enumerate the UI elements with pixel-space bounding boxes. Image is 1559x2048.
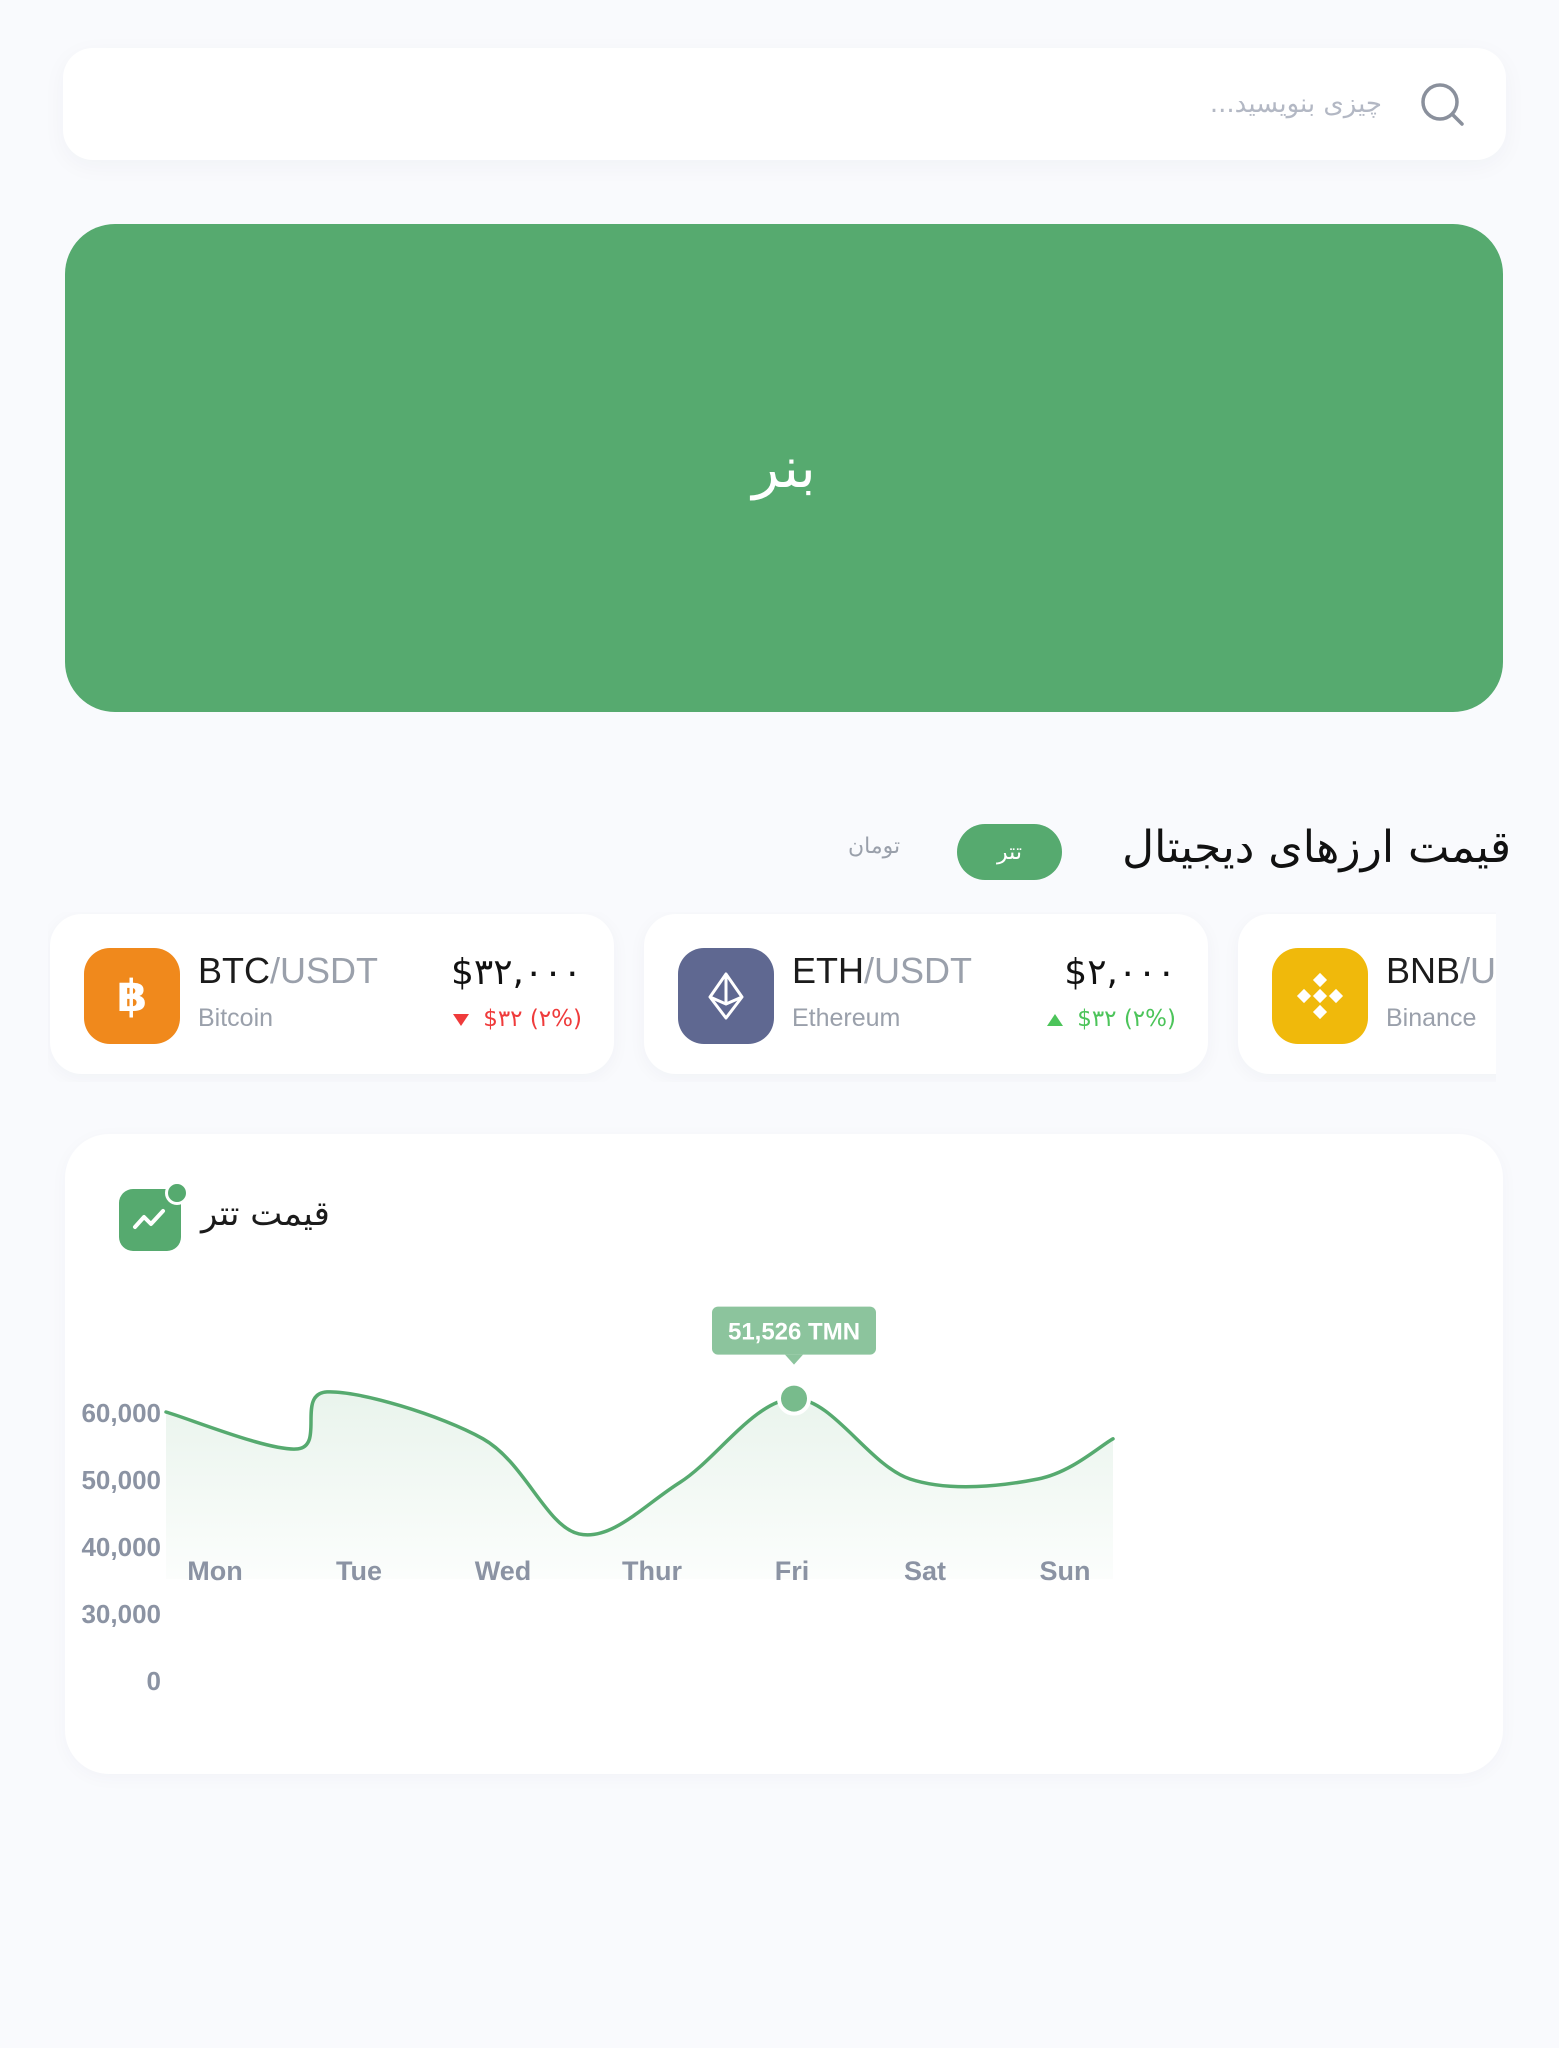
coin-card-eth[interactable]: ETH/USDT Ethereum $۲,۰۰۰ $۳۲ (۲%) [644, 914, 1208, 1074]
usdt-price-chart-card: قیمت تتر 60,000 50,000 40,000 30,000 0 Mon Tue… [65, 1134, 1503, 1774]
x-tick-label: Sat [904, 1556, 946, 1586]
x-tick-label: Mon [187, 1556, 242, 1586]
search-icon[interactable] [1418, 80, 1468, 130]
coin-card-list[interactable]: ฿ BTC/USDT Bitcoin $۳۲,۰۰۰ $۳۲ (۲%) ETH/… [48, 912, 1496, 1082]
search-input[interactable] [580, 78, 1384, 130]
chart-tooltip-label: 51,526 TMN [728, 1319, 860, 1346]
coin-pair: BNB/USDT [1386, 950, 1496, 992]
currency-toggle-usdt[interactable]: تتر [957, 824, 1062, 880]
coin-pair: BTC/USDT [198, 950, 378, 992]
promo-banner[interactable]: بنر [65, 224, 1503, 712]
svg-text:฿: ฿ [117, 971, 148, 1022]
chart-hover-point [777, 1381, 811, 1416]
coin-base: BNB [1386, 950, 1461, 991]
coin-pair: ETH/USDT [792, 950, 972, 992]
currency-toggle-toman[interactable]: تومان [848, 834, 900, 859]
app-screen: بنر قیمت ارزهای دیجیتال تتر تومان ฿ BTC/… [0, 0, 1559, 2048]
coin-change-value: $۳۲ (۲%) [483, 1006, 582, 1032]
x-tick-label: Sun [1040, 1556, 1091, 1586]
coin-name: Binance [1386, 1004, 1477, 1032]
y-tick-label: 0 [147, 1666, 161, 1696]
price-down-icon [453, 1013, 470, 1026]
coin-quote: /USDT [1460, 950, 1496, 991]
x-tick-label: Thur [622, 1556, 682, 1586]
coin-price: $۳۲,۰۰۰ [450, 952, 582, 993]
y-tick-label: 40,000 [81, 1532, 161, 1562]
coin-card-bnb[interactable]: BNB/USDT Binance [1238, 914, 1496, 1074]
ethereum-icon [678, 948, 774, 1044]
coin-change: $۳۲ (۲%) [1047, 1006, 1176, 1032]
y-tick-label: 30,000 [81, 1599, 161, 1629]
coin-quote: /USDT [270, 950, 378, 991]
coin-change-value: $۳۲ (۲%) [1077, 1006, 1176, 1032]
prices-section-title: قیمت ارزهای دیجیتال [1122, 822, 1511, 873]
y-tick-label: 60,000 [81, 1398, 161, 1428]
chart-tooltip-pointer [785, 1354, 803, 1365]
binance-icon [1272, 948, 1368, 1044]
price-up-icon [1047, 1013, 1064, 1026]
x-tick-label: Tue [336, 1556, 382, 1586]
coin-change: $۳۲ (۲%) [453, 1006, 582, 1032]
coin-name: Ethereum [792, 1004, 901, 1032]
coin-quote: /USDT [864, 950, 972, 991]
x-tick-label: Fri [775, 1556, 810, 1586]
search-bar[interactable] [63, 48, 1506, 160]
bitcoin-icon: ฿ [84, 948, 180, 1044]
coin-price: $۲,۰۰۰ [1064, 952, 1176, 993]
usdt-price-chart[interactable]: 60,000 50,000 40,000 30,000 0 Mon Tue Wed Thur Fr… [65, 1134, 1503, 1774]
coin-name: Bitcoin [198, 1004, 274, 1032]
y-tick-label: 50,000 [81, 1465, 161, 1495]
x-tick-label: Wed [475, 1556, 532, 1586]
coin-card-btc[interactable]: ฿ BTC/USDT Bitcoin $۳۲,۰۰۰ $۳۲ (۲%) [50, 914, 614, 1074]
coin-base: ETH [792, 950, 864, 991]
banner-label: بنر [752, 435, 816, 501]
coin-base: BTC [198, 950, 270, 991]
